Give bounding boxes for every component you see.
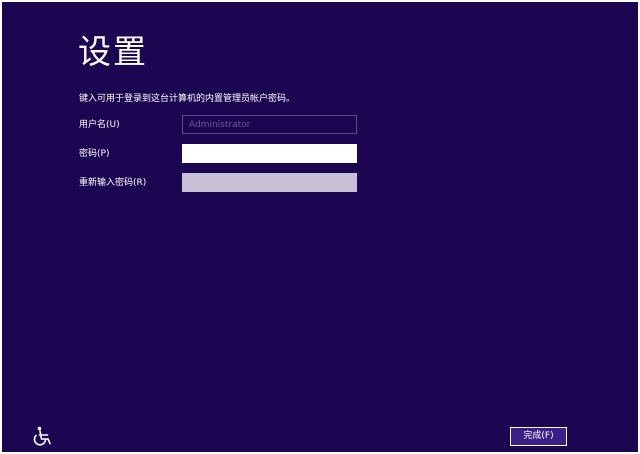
page-title: 设置 [78,32,148,71]
username-label: 用户名(U) [79,120,120,130]
password-label: 密码(P) [79,149,110,159]
setup-screen: 设置 键入可用于登录到这台计算机的内置管理员帐户密码。 用户名(U) 密码(P)… [2,2,638,452]
reenter-password-field[interactable] [182,173,357,192]
password-field[interactable] [182,144,357,163]
ease-of-access-button[interactable] [32,426,54,446]
finish-button[interactable]: 完成(F) [510,427,567,446]
instruction-text: 键入可用于登录到这台计算机的内置管理员帐户密码。 [79,94,296,104]
ease-of-access-icon [33,426,51,446]
username-field [182,115,357,134]
reenter-password-label: 重新输入密码(R) [79,178,147,188]
